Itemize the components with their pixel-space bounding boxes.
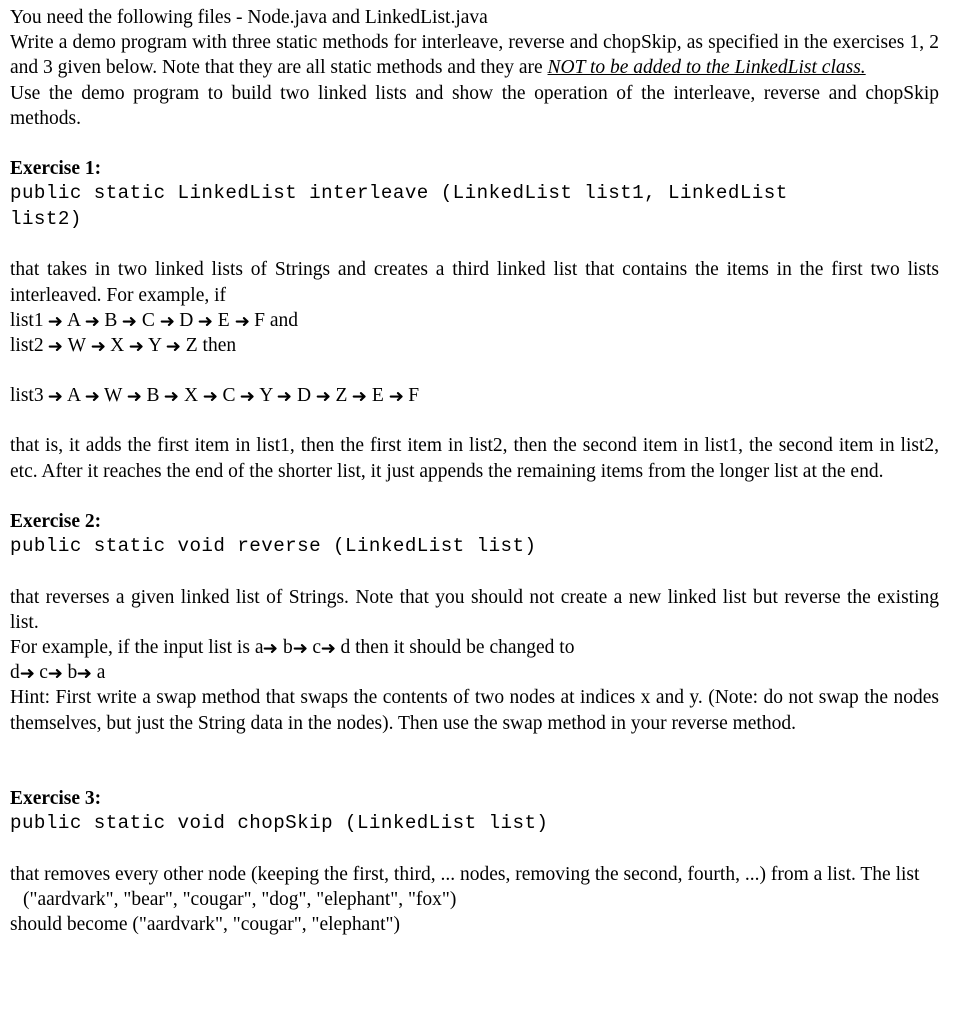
arrow-icon: ➜ <box>234 311 250 332</box>
chain-item: Y <box>259 385 273 407</box>
arrow-icon: ➜ <box>47 664 63 685</box>
intro-line-files: You need the following files - Node.java… <box>10 7 488 28</box>
chain-item: C <box>222 385 236 407</box>
arrow-icon: ➜ <box>159 311 175 332</box>
chain-item: a <box>96 662 106 684</box>
arrow-icon: ➜ <box>351 387 368 408</box>
chain-item: C <box>141 309 155 331</box>
spacer-before-list3 <box>10 358 939 383</box>
chain-item: Z <box>185 335 198 357</box>
exercise2-heading: Exercise 2: <box>10 510 102 532</box>
chain-item: A <box>66 385 80 407</box>
arrow-icon: ➜ <box>277 387 293 408</box>
arrow-icon: ➜ <box>315 387 331 408</box>
exercise2-example-result: d➜ c➜ b➜ a <box>10 660 939 685</box>
chain-item: Z <box>335 385 348 407</box>
arrow-icon: ➜ <box>48 337 64 358</box>
chain-item: W <box>67 335 86 357</box>
arrow-icon: ➜ <box>263 639 279 660</box>
exercise2-example-line: For example, if the input list is a➜ b➜ … <box>10 635 939 660</box>
arrow-icon: ➜ <box>19 664 35 685</box>
chain-item: E <box>217 309 230 331</box>
arrow-icon: ➜ <box>121 311 138 332</box>
list3-label: list3 <box>10 385 44 407</box>
exercise2-description: that reverses a given linked list of Str… <box>10 586 939 633</box>
exercise1-signature: public static LinkedList interleave (Lin… <box>10 182 788 230</box>
spacer-after-exercise2-signature <box>10 560 939 585</box>
exercise2-signature: public static void reverse (LinkedList l… <box>10 535 537 558</box>
exercise1-explanation: that is, it adds the first item in list1… <box>10 435 939 482</box>
chain-item: E <box>371 385 384 407</box>
chain-item: d <box>10 662 20 684</box>
arrow-icon: ➜ <box>48 311 64 332</box>
arrow-icon: ➜ <box>84 311 100 332</box>
intro-paragraph-use-demo: Use the demo program to build two linked… <box>10 82 939 129</box>
exercise3-heading: Exercise 3: <box>10 787 102 809</box>
chain-item: b <box>283 637 293 659</box>
arrow-icon: ➜ <box>128 337 145 358</box>
spacer-after-exercise1-signature <box>10 232 939 257</box>
arrow-icon: ➜ <box>292 639 308 660</box>
exercise2-hint: Hint: First write a swap method that swa… <box>10 687 939 734</box>
exercise1-description: that takes in two linked lists of String… <box>10 259 939 306</box>
chain-item: W <box>104 385 123 407</box>
exercise3-description: that removes every other node (keeping t… <box>10 863 920 885</box>
list1-label: list1 <box>10 309 44 331</box>
exercise1-list2-chain: list2 ➜ W ➜ X ➜ Y ➜ Z then <box>10 333 939 358</box>
list2-suffix: then <box>202 335 237 357</box>
exercise2-example-mid: then it should be changed to <box>355 637 575 659</box>
exercise3-sample-list: ("aardvark", "bear", "cougar", "dog", "e… <box>23 888 457 910</box>
chain-item: d <box>340 637 351 659</box>
intro-paragraph-demo-program: Write a demo program with three static m… <box>10 30 939 80</box>
arrow-icon: ➜ <box>76 664 93 685</box>
arrow-icon: ➜ <box>48 387 64 408</box>
document-page: You need the following files - Node.java… <box>0 0 965 1024</box>
spacer-before-exercise1 <box>10 131 939 156</box>
arrow-icon: ➜ <box>164 387 180 408</box>
exercise3-signature: public static void chopSkip (LinkedList … <box>10 812 549 835</box>
chain-item: D <box>296 385 312 407</box>
arrow-icon: ➜ <box>240 387 256 408</box>
chain-item: X <box>183 385 199 407</box>
spacer-before-exercise2 <box>10 484 939 509</box>
exercise1-list3-chain: list3 ➜ A ➜ W ➜ B ➜ X ➜ C ➜ Y ➜ D ➜ Z ➜ … <box>10 383 939 408</box>
list2-label: list2 <box>10 335 44 357</box>
chain-item: Y <box>147 335 162 357</box>
list1-suffix: and <box>269 309 299 331</box>
arrow-icon: ➜ <box>320 639 337 660</box>
arrow-icon: ➜ <box>197 311 214 332</box>
arrow-icon: ➜ <box>84 387 100 408</box>
chain-item: F <box>408 385 420 407</box>
arrow-icon: ➜ <box>388 387 404 408</box>
arrow-icon: ➜ <box>202 387 218 408</box>
chain-item: D <box>179 309 194 331</box>
chain-item: F <box>254 309 265 331</box>
chain-item: B <box>104 309 118 331</box>
arrow-icon: ➜ <box>165 337 182 358</box>
exercise1-heading: Exercise 1: <box>10 158 102 180</box>
spacer-after-list3 <box>10 408 939 433</box>
intro-emphasis-not-added: NOT to be added to the LinkedList class. <box>547 57 866 79</box>
arrow-icon: ➜ <box>126 387 143 408</box>
exercise1-list1-chain: list1 ➜ A ➜ B ➜ C ➜ D ➜ E ➜ F and <box>10 308 939 333</box>
chain-item: B <box>146 385 160 407</box>
arrow-icon: ➜ <box>90 337 106 358</box>
chain-item: A <box>66 309 80 331</box>
chain-item: X <box>110 335 125 357</box>
spacer-after-exercise3-signature <box>10 837 939 862</box>
exercise2-example-prefix: For example, if the input list is <box>10 637 250 659</box>
spacer-before-exercise3 <box>10 736 939 786</box>
exercise3-result-line: should become ("aardvark", "cougar", "el… <box>10 914 400 936</box>
